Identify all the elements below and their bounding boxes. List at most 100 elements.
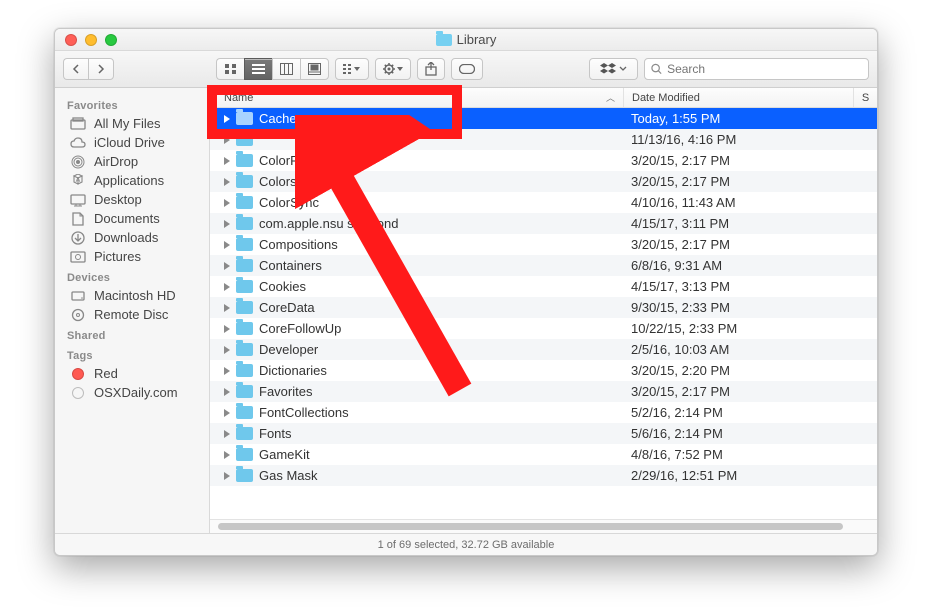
disclosure-triangle-icon[interactable] [224, 157, 230, 165]
arrange-button[interactable] [335, 58, 369, 80]
sidebar-item[interactable]: Downloads [55, 228, 209, 247]
file-row[interactable]: Colors 3/20/15, 2:17 PM [210, 171, 877, 192]
sidebar-item[interactable]: AirDrop [55, 152, 209, 171]
file-row[interactable]: 11/13/16, 4:16 PM [210, 129, 877, 150]
sidebar-item[interactable]: All My Files [55, 114, 209, 133]
file-date: 5/2/16, 2:14 PM [623, 405, 853, 420]
file-row[interactable]: Containers 6/8/16, 9:31 AM [210, 255, 877, 276]
file-row[interactable]: Gas Mask 2/29/16, 12:51 PM [210, 465, 877, 486]
disclosure-triangle-icon[interactable] [224, 346, 230, 354]
file-name: Caches [259, 111, 303, 126]
close-window-button[interactable] [65, 34, 77, 46]
sidebar-item-label: Documents [94, 211, 160, 226]
disclosure-triangle-icon[interactable] [224, 262, 230, 270]
airdrop-icon [69, 155, 87, 169]
folder-icon [236, 448, 253, 461]
status-bar: 1 of 69 selected, 32.72 GB available [55, 533, 877, 555]
file-date: 4/10/16, 11:43 AM [623, 195, 853, 210]
disclosure-triangle-icon[interactable] [224, 220, 230, 228]
file-row[interactable]: Favorites 3/20/15, 2:17 PM [210, 381, 877, 402]
file-row[interactable]: com.apple.nsu sessiond 4/15/17, 3:11 PM [210, 213, 877, 234]
file-name: Gas Mask [259, 468, 318, 483]
sidebar-item[interactable]: AApplications [55, 171, 209, 190]
file-row[interactable]: FontCollections 5/2/16, 2:14 PM [210, 402, 877, 423]
search-field[interactable] [644, 58, 869, 80]
file-row[interactable]: Developer 2/5/16, 10:03 AM [210, 339, 877, 360]
disclosure-triangle-icon[interactable] [224, 409, 230, 417]
disclosure-triangle-icon[interactable] [224, 115, 230, 123]
file-name: Fonts [259, 426, 292, 441]
folder-icon [236, 406, 253, 419]
file-row[interactable]: Fonts 5/6/16, 2:14 PM [210, 423, 877, 444]
disclosure-triangle-icon[interactable] [224, 451, 230, 459]
column-header-size[interactable]: S [853, 88, 877, 107]
file-name: Containers [259, 258, 322, 273]
forward-button[interactable] [88, 58, 114, 80]
dropbox-button[interactable] [589, 58, 638, 80]
sidebar-item-label: Applications [94, 173, 164, 188]
view-mode-buttons [216, 58, 329, 80]
file-row[interactable]: Compositions 3/20/15, 2:17 PM [210, 234, 877, 255]
list-view-button[interactable] [244, 58, 272, 80]
file-row[interactable]: Cookies 4/15/17, 3:13 PM [210, 276, 877, 297]
sidebar-item[interactable]: iCloud Drive [55, 133, 209, 152]
disc-icon [69, 308, 87, 322]
sidebar-section-header: Devices [55, 266, 209, 286]
file-row[interactable]: ColorSync 4/10/16, 11:43 AM [210, 192, 877, 213]
sidebar-item[interactable]: Macintosh HD [55, 286, 209, 305]
toolbar [55, 51, 877, 88]
file-row[interactable]: Dictionaries 3/20/15, 2:20 PM [210, 360, 877, 381]
disclosure-triangle-icon[interactable] [224, 325, 230, 333]
sidebar-item-label: Downloads [94, 230, 158, 245]
sidebar: FavoritesAll My FilesiCloud DriveAirDrop… [55, 88, 210, 533]
folder-icon [236, 343, 253, 356]
coverflow-view-button[interactable] [300, 58, 329, 80]
documents-icon [69, 212, 87, 226]
file-date: 2/5/16, 10:03 AM [623, 342, 853, 357]
sidebar-item[interactable]: Red [55, 364, 209, 383]
sidebar-item[interactable]: Pictures [55, 247, 209, 266]
action-button[interactable] [375, 58, 411, 80]
disclosure-triangle-icon[interactable] [224, 472, 230, 480]
sidebar-item[interactable]: Desktop [55, 190, 209, 209]
folder-icon [236, 322, 253, 335]
disclosure-triangle-icon[interactable] [224, 304, 230, 312]
all-files-icon [69, 117, 87, 131]
disclosure-triangle-icon[interactable] [224, 178, 230, 186]
file-name: CoreFollowUp [259, 321, 341, 336]
disclosure-triangle-icon[interactable] [224, 241, 230, 249]
disclosure-triangle-icon[interactable] [224, 136, 230, 144]
column-header-date[interactable]: Date Modified [623, 88, 853, 107]
horizontal-scrollbar[interactable] [210, 519, 877, 533]
disclosure-triangle-icon[interactable] [224, 367, 230, 375]
disclosure-triangle-icon[interactable] [224, 199, 230, 207]
icon-view-button[interactable] [216, 58, 244, 80]
zoom-window-button[interactable] [105, 34, 117, 46]
file-row[interactable]: GameKit 4/8/16, 7:52 PM [210, 444, 877, 465]
back-button[interactable] [63, 58, 88, 80]
file-date: 3/20/15, 2:20 PM [623, 363, 853, 378]
file-date: 6/8/16, 9:31 AM [623, 258, 853, 273]
file-row[interactable]: ColorPick 3/20/15, 2:17 PM [210, 150, 877, 171]
disclosure-triangle-icon[interactable] [224, 388, 230, 396]
column-view-button[interactable] [272, 58, 300, 80]
scrollbar-thumb[interactable] [218, 523, 843, 530]
disclosure-triangle-icon[interactable] [224, 283, 230, 291]
share-button[interactable] [417, 58, 445, 80]
sidebar-item-label: Desktop [94, 192, 142, 207]
sidebar-item-label: AirDrop [94, 154, 138, 169]
cloud-icon [69, 136, 87, 150]
file-row[interactable]: CoreFollowUp 10/22/15, 2:33 PM [210, 318, 877, 339]
sidebar-item[interactable]: Remote Disc [55, 305, 209, 324]
search-input[interactable] [667, 62, 862, 76]
disclosure-triangle-icon[interactable] [224, 430, 230, 438]
tags-button[interactable] [451, 58, 483, 80]
file-name: com.apple.nsu sessiond [259, 216, 398, 231]
file-row[interactable]: Caches Today, 1:55 PM [210, 108, 877, 129]
sidebar-item[interactable]: OSXDaily.com [55, 383, 209, 402]
sidebar-item[interactable]: Documents [55, 209, 209, 228]
minimize-window-button[interactable] [85, 34, 97, 46]
column-header-name[interactable]: Name ︿ [210, 88, 623, 107]
file-row[interactable]: CoreData 9/30/15, 2:33 PM [210, 297, 877, 318]
file-list[interactable]: Caches Today, 1:55 PM 11/13/16, 4:16 PM … [210, 108, 877, 519]
